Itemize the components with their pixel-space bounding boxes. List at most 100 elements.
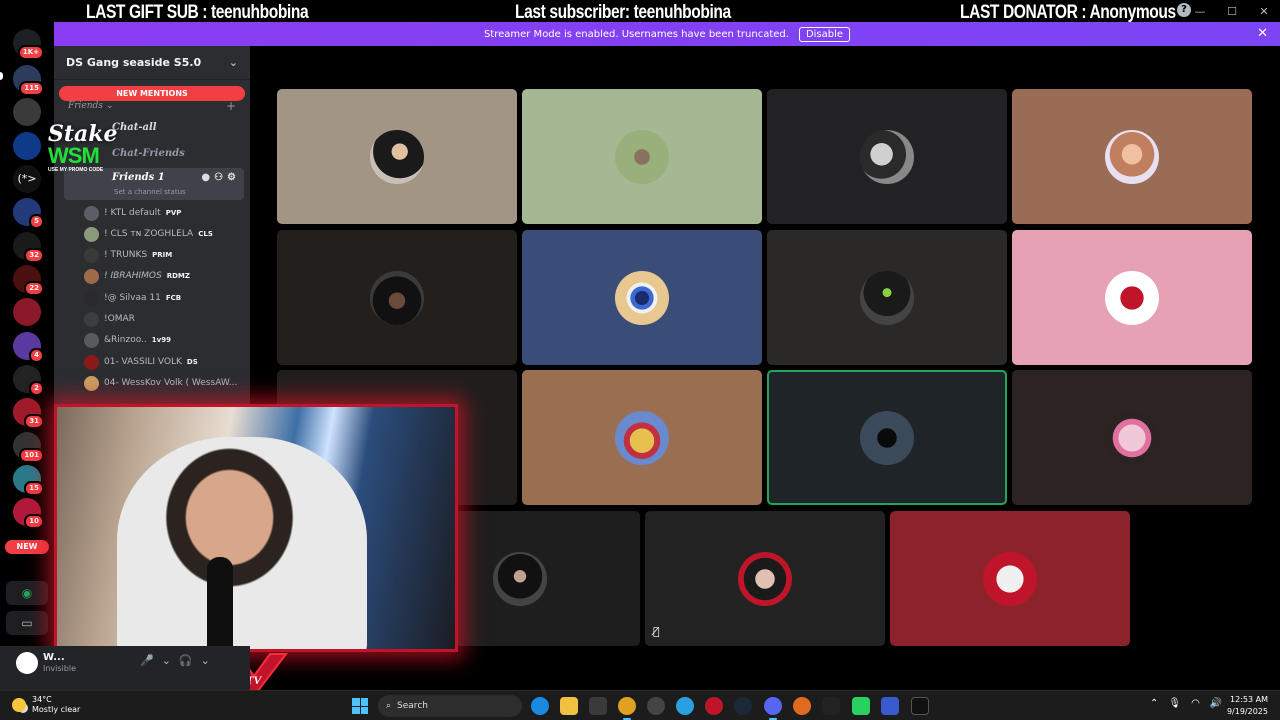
server-icon[interactable]: 101 bbox=[13, 432, 44, 463]
member-item[interactable]: ! KTL default PVP bbox=[84, 204, 181, 222]
gear-icon[interactable]: ⚙ bbox=[227, 172, 236, 183]
participant-tile[interactable]: 🎙̸ bbox=[645, 511, 885, 646]
server-badge: 32 bbox=[24, 248, 44, 263]
wifi-icon[interactable]: ◠ bbox=[1191, 698, 1200, 709]
participant-tile[interactable] bbox=[767, 230, 1007, 365]
opera-icon[interactable] bbox=[705, 697, 723, 715]
member-item[interactable]: !OMAR bbox=[84, 310, 140, 328]
firefox-icon[interactable] bbox=[793, 697, 811, 715]
avatar bbox=[615, 129, 669, 184]
home-button[interactable]: 1K+ bbox=[13, 29, 44, 60]
server-icon[interactable] bbox=[13, 298, 41, 326]
user-panel: W... Invisible 🎤 ⌄ 🎧 ⌄ bbox=[0, 646, 250, 690]
server-icon[interactable]: 31 bbox=[13, 398, 44, 429]
last-subscriber-text: Last subscriber: teenuhbobina bbox=[515, 2, 731, 23]
guild-header[interactable]: DS Gang seaside S5.0 ⌄ bbox=[54, 46, 250, 80]
file-explorer-icon[interactable] bbox=[560, 697, 578, 715]
steam-icon[interactable] bbox=[734, 697, 752, 715]
participant-tile[interactable] bbox=[890, 511, 1130, 646]
chat-bubble-icon[interactable]: ● bbox=[201, 172, 210, 183]
avatar bbox=[84, 354, 99, 370]
home-badge: 1K+ bbox=[17, 45, 44, 60]
member-item[interactable]: &Rinzoo.. 1v99 bbox=[84, 331, 171, 349]
server-icon[interactable]: 10 bbox=[13, 498, 44, 529]
minimize-button[interactable]: — bbox=[1184, 5, 1216, 18]
headphones-toggle-icon[interactable]: 🎧 bbox=[179, 654, 193, 667]
server-icon[interactable]: (*> bbox=[13, 165, 41, 193]
maximize-button[interactable]: ☐ bbox=[1216, 5, 1248, 18]
edge-icon[interactable] bbox=[531, 697, 549, 715]
member-tag: CLS bbox=[198, 230, 213, 238]
last-donator-text: LAST DONATOR : Anonymous bbox=[960, 2, 1176, 23]
epic-games-icon[interactable] bbox=[911, 697, 929, 715]
participant-tile-speaking[interactable] bbox=[767, 370, 1007, 505]
close-window-button[interactable]: ✕ bbox=[1248, 5, 1280, 18]
participant-tile[interactable] bbox=[1012, 370, 1252, 505]
channel-status[interactable]: Set a channel status bbox=[114, 188, 186, 196]
user-panel-controls: 🎤 ⌄ 🎧 ⌄ bbox=[140, 654, 210, 667]
server-icon[interactable]: 15 bbox=[13, 465, 44, 496]
voice-connection-icon[interactable]: ◉ bbox=[6, 581, 48, 605]
system-tray: ⌃ 🎙 ◠ 🔊 bbox=[1150, 698, 1222, 709]
discord-icon[interactable] bbox=[764, 697, 782, 715]
category-friends[interactable]: Friends ⌄ bbox=[68, 101, 113, 111]
server-icon[interactable]: 2 bbox=[13, 365, 44, 396]
user-name: W... bbox=[43, 652, 65, 663]
chevron-down-icon[interactable]: ⌄ bbox=[162, 654, 171, 667]
server-icon[interactable]: 5 bbox=[13, 198, 44, 229]
disable-streamer-mode-button[interactable]: Disable bbox=[798, 26, 851, 42]
member-item[interactable]: ! TRUNKS PRIM bbox=[84, 246, 172, 264]
participant-tile[interactable] bbox=[277, 230, 517, 365]
screen-share-icon[interactable]: ▭ bbox=[6, 611, 48, 635]
server-icon[interactable]: 32 bbox=[13, 232, 44, 263]
chevron-up-icon[interactable]: ⌃ bbox=[1150, 698, 1158, 709]
participant-tile[interactable] bbox=[1012, 230, 1252, 365]
participant-tile[interactable] bbox=[277, 89, 517, 224]
store-icon[interactable] bbox=[589, 697, 607, 715]
obs-icon[interactable] bbox=[647, 697, 665, 715]
new-unreads-badge[interactable]: NEW bbox=[5, 540, 49, 554]
add-channel-icon[interactable]: + bbox=[226, 99, 236, 113]
taskbar-search[interactable]: ⌕ Search bbox=[378, 695, 522, 717]
server-icon[interactable]: 22 bbox=[13, 265, 44, 296]
start-button[interactable] bbox=[352, 698, 368, 714]
invite-user-icon[interactable]: ⚇ bbox=[214, 172, 223, 183]
server-icon[interactable] bbox=[13, 132, 41, 160]
server-icon[interactable] bbox=[13, 98, 41, 126]
telegram-icon[interactable] bbox=[676, 697, 694, 715]
member-item[interactable]: 01- VASSILI VOLK DS bbox=[84, 353, 198, 371]
chrome-icon[interactable] bbox=[618, 697, 636, 715]
member-item[interactable]: ! CLS ᴛɴ ZOGHLELA CLS bbox=[84, 225, 213, 243]
chevron-down-icon[interactable]: ⌄ bbox=[201, 654, 210, 667]
microphone-toggle-icon[interactable]: 🎤 bbox=[140, 654, 154, 667]
capcut-icon[interactable] bbox=[822, 697, 840, 715]
server-icon[interactable]: 115 bbox=[13, 65, 44, 96]
server-icon[interactable]: 4 bbox=[13, 332, 44, 363]
avatar bbox=[370, 129, 424, 184]
participant-tile[interactable] bbox=[522, 89, 762, 224]
app-icon[interactable] bbox=[881, 697, 899, 715]
clock[interactable]: 12:53 AM 9/19/2025 bbox=[1227, 694, 1268, 718]
avatar bbox=[84, 290, 99, 306]
member-item[interactable]: !@ Silvaa 11 FCB bbox=[84, 289, 181, 307]
new-mentions-button[interactable]: NEW MENTIONS bbox=[59, 86, 245, 101]
close-banner-icon[interactable]: ✕ bbox=[1257, 26, 1268, 41]
volume-icon[interactable]: 🔊 bbox=[1210, 698, 1222, 709]
microphone-icon[interactable]: 🎙 bbox=[1168, 698, 1181, 709]
avatar[interactable] bbox=[16, 652, 38, 674]
user-status: Invisible bbox=[43, 664, 76, 673]
participant-tile[interactable] bbox=[522, 370, 762, 505]
excel-like-icon[interactable] bbox=[852, 697, 870, 715]
participant-tile[interactable] bbox=[522, 230, 762, 365]
member-item[interactable]: ! IBRAHIMOS RDMZ bbox=[84, 267, 190, 285]
weather-widget[interactable]: 34°C Mostly clear bbox=[12, 695, 80, 715]
wsm-code-text: WSM bbox=[48, 143, 100, 168]
promo-code-text: USE MY PROMO CODE bbox=[48, 167, 104, 173]
member-item[interactable]: 04- WessKov Volk ( WessAW... bbox=[84, 374, 242, 392]
unread-pill bbox=[0, 72, 3, 80]
weather-text: 34°C Mostly clear bbox=[32, 695, 80, 715]
member-name: ! TRUNKS bbox=[104, 250, 148, 260]
server-badge: 2 bbox=[29, 381, 44, 396]
participant-tile[interactable] bbox=[1012, 89, 1252, 224]
participant-tile[interactable] bbox=[767, 89, 1007, 224]
